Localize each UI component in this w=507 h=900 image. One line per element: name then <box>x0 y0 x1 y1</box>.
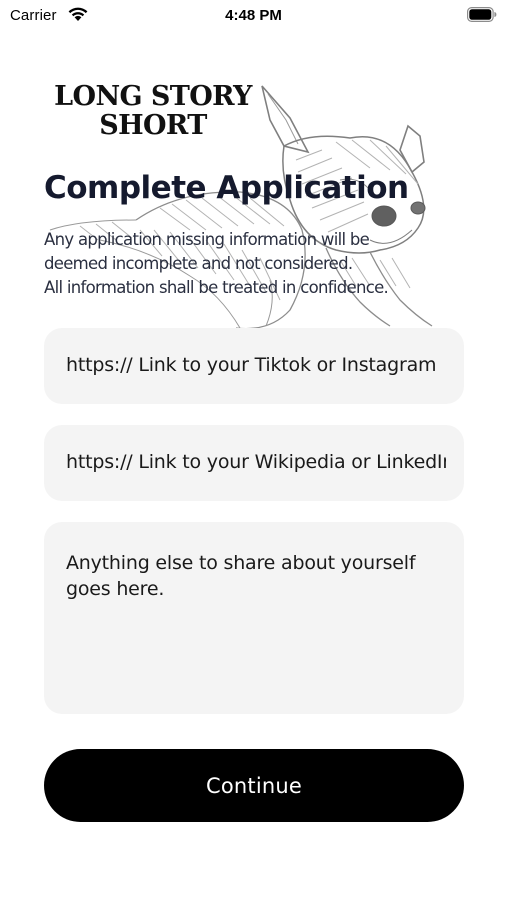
continue-button-label: Continue <box>205 773 303 798</box>
brand-line-1: LONG STORY <box>54 81 252 112</box>
brand-line-2: SHORT <box>99 110 207 141</box>
continue-button[interactable]: Continue <box>44 749 464 822</box>
battery-icon <box>467 7 497 22</box>
social-link-placeholder: https:// Link to your Tiktok or Instagra… <box>66 354 437 376</box>
notice-line: deemed incomplete and not considered. <box>44 254 353 273</box>
profile-link-placeholder: https:// Link to your Wikipedia or Linke… <box>66 451 446 473</box>
about-yourself-textarea[interactable]: Anything else to share about yourself go… <box>44 522 464 714</box>
brand-logo: LONG STORY SHORT <box>46 82 260 140</box>
page-title: Complete Application <box>44 170 409 206</box>
profile-link-input[interactable]: https:// Link to your Wikipedia or Linke… <box>44 425 464 501</box>
about-placeholder: Anything else to share about yourself go… <box>66 552 416 600</box>
notice-line: Any application missing information will… <box>44 230 370 249</box>
status-bar: Carrier 4:48 PM <box>0 0 507 32</box>
application-notice: Any application missing information will… <box>44 228 454 300</box>
social-link-input[interactable]: https:// Link to your Tiktok or Instagra… <box>44 328 464 404</box>
notice-line: All information shall be treated in conf… <box>44 278 389 297</box>
clock: 4:48 PM <box>225 7 282 24</box>
